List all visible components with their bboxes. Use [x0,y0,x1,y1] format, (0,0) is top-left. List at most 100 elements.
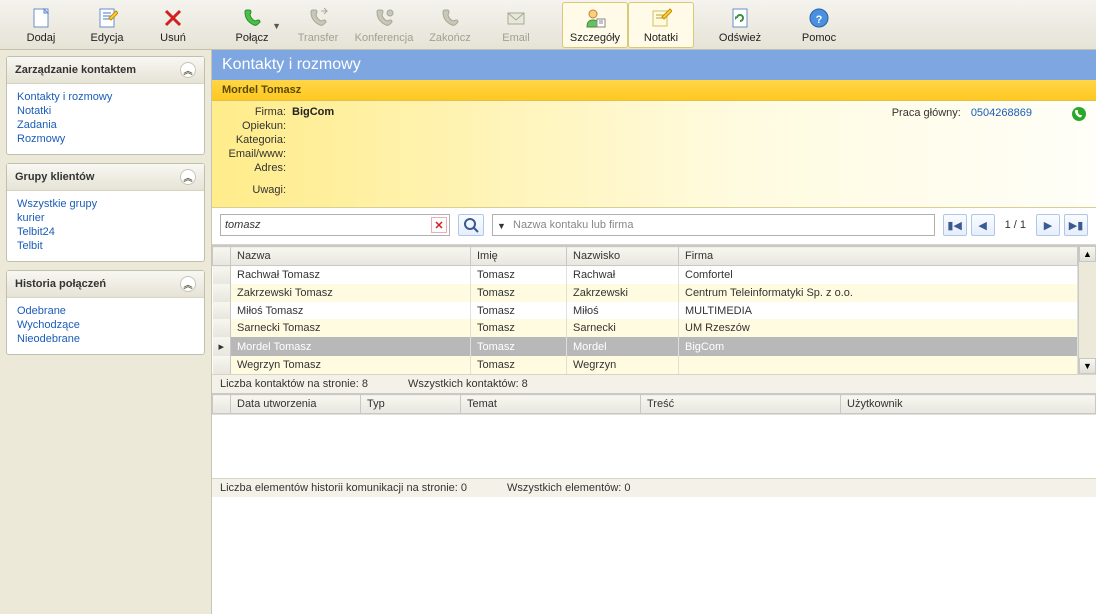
sidebar-link[interactable]: Wszystkie grupy [17,197,194,211]
content-area: Kontakty i rozmowy Mordel Tomasz Firma:B… [212,50,1096,614]
details-button[interactable]: Szczegóły [562,2,628,48]
status-history-page: Liczba elementów historii komunikacji na… [220,482,467,494]
connect-label: Połącz [235,32,268,44]
notes-label: Notatki [644,32,678,44]
conference-button: Konferencja [351,2,417,48]
sidebar-link[interactable]: kurier [17,211,194,225]
collapse-icon[interactable]: ︽ [180,169,196,185]
transfer-label: Transfer [298,32,339,44]
history-grid: Data utworzenia Typ Temat Treść Użytkown… [212,393,1096,478]
col-type[interactable]: Typ [361,395,461,414]
collapse-icon[interactable]: ︽ [180,62,196,78]
add-button[interactable]: Dodaj [8,2,74,48]
search-button[interactable] [458,214,484,236]
panel-groups: Grupy klientów ︽ Wszystkie grupykurierTe… [6,163,205,262]
search-toolbar: ✕ ▼ Nazwa kontaku lub firma ▮◀ ◀ 1 / 1 ▶… [212,208,1096,245]
clear-search-icon[interactable]: ✕ [431,217,447,233]
grid-status: Liczba kontaktów na stronie: 8 Wszystkic… [212,374,1096,393]
label-uwagi: Uwagi: [222,184,292,196]
scroll-up-icon[interactable]: ▲ [1079,246,1096,262]
phone-status-icon[interactable] [1072,107,1086,121]
panel-title: Historia połączeń [15,278,106,290]
refresh-button[interactable]: Odśwież [707,2,773,48]
sidebar-link[interactable]: Odebrane [17,304,194,318]
edit-label: Edycja [90,32,123,44]
page-info: 1 / 1 [999,219,1032,231]
sidebar-link[interactable]: Notatki [17,104,194,118]
sidebar: Zarządzanie kontaktem ︽ Kontakty i rozmo… [0,50,212,614]
dropdown-caret-icon: ▼ [497,221,506,231]
end-button: Zakończ [417,2,483,48]
dropdown-caret-icon[interactable]: ▼ [272,21,281,31]
label-kategoria: Kategoria: [222,134,292,146]
sidebar-link[interactable]: Telbit24 [17,225,194,239]
col-company[interactable]: Firma [679,247,1078,266]
refresh-icon [728,6,752,30]
table-row[interactable]: Zakrzewski TomaszTomaszZakrzewskiCentrum… [213,284,1078,302]
sidebar-link[interactable]: Telbit [17,239,194,253]
scroll-down-icon[interactable]: ▼ [1079,358,1096,374]
filter-input[interactable]: ▼ Nazwa kontaku lub firma [492,214,935,236]
col-lastname[interactable]: Nazwisko [567,247,679,266]
transfer-button: Transfer [285,2,351,48]
col-name[interactable]: Nazwa [231,247,471,266]
search-input[interactable] [220,214,450,236]
phone-number-link[interactable]: 0504268869 [971,107,1032,119]
sidebar-link[interactable]: Wychodzące [17,318,194,332]
filter-placeholder: Nazwa kontaku lub firma [513,219,633,231]
label-opiekun: Opiekun: [222,120,292,132]
email-label: Email [502,32,530,44]
table-row[interactable]: ▸Mordel TomaszTomaszMordelBigCom [213,337,1078,356]
delete-button[interactable]: Usuń [140,2,206,48]
page-first-button[interactable]: ▮◀ [943,214,967,236]
col-subject[interactable]: Temat [461,395,641,414]
panel-history: Historia połączeń ︽ OdebraneWychodząceNi… [6,270,205,355]
table-row[interactable]: Rachwał TomaszTomaszRachwałComfortel [213,266,1078,284]
help-label: Pomoc [802,32,836,44]
new-file-icon [29,6,53,30]
panel-contact-mgmt: Zarządzanie kontaktem ︽ Kontakty i rozmo… [6,56,205,155]
status-total-count: Wszystkich kontaktów: 8 [408,378,528,390]
collapse-icon[interactable]: ︽ [180,276,196,292]
panel-title: Zarządzanie kontaktem [15,64,136,76]
main-toolbar: Dodaj Edycja Usuń Połącz ▼ Tr [0,0,1096,50]
page-last-button[interactable]: ▶▮ [1064,214,1088,236]
notes-button[interactable]: Notatki [628,2,694,48]
call-label: Praca główny: [892,107,961,119]
phone-green-icon [240,6,264,30]
help-button[interactable]: ? Pomoc [786,2,852,48]
refresh-label: Odśwież [719,32,761,44]
page-prev-button[interactable]: ◀ [971,214,995,236]
history-status: Liczba elementów historii komunikacji na… [212,478,1096,497]
status-page-count: Liczba kontaktów na stronie: 8 [220,378,368,390]
page-title: Kontakty i rozmowy [212,50,1096,80]
svg-text:?: ? [816,14,823,26]
col-firstname[interactable]: Imię [471,247,567,266]
edit-file-icon [95,6,119,30]
pager: ▮◀ ◀ 1 / 1 ▶ ▶▮ [943,214,1088,236]
page-next-button[interactable]: ▶ [1036,214,1060,236]
details-label: Szczegóły [570,32,620,44]
sidebar-link[interactable]: Kontakty i rozmowy [17,90,194,104]
edit-button[interactable]: Edycja [74,2,140,48]
transfer-icon [306,6,330,30]
grid-scrollbar[interactable]: ▲ ▼ [1078,246,1096,374]
label-adres: Adres: [222,162,292,174]
col-date[interactable]: Data utworzenia [231,395,361,414]
col-user[interactable]: Użytkownik [841,395,1096,414]
add-label: Dodaj [27,32,56,44]
user-details-icon [583,6,607,30]
connect-button[interactable]: Połącz ▼ [219,2,285,48]
label-email: Email/www: [222,148,292,160]
contacts-grid: Nazwa Imię Nazwisko Firma Rachwał Tomasz… [212,245,1096,374]
table-row[interactable]: Sarnecki TomaszTomaszSarneckiUM Rzeszów [213,319,1078,337]
contact-card: Mordel Tomasz Firma:BigCom Opiekun: Kate… [212,80,1096,208]
sidebar-link[interactable]: Nieodebrane [17,332,194,346]
sidebar-link[interactable]: Rozmowy [17,132,194,146]
table-row[interactable]: Miłoś TomaszTomaszMiłośMULTIMEDIA [213,302,1078,320]
delete-label: Usuń [160,32,186,44]
sidebar-link[interactable]: Zadania [17,118,194,132]
table-row[interactable]: Wegrzyn TomaszTomaszWegrzyn [213,356,1078,374]
col-content[interactable]: Treść [641,395,841,414]
envelope-icon [504,6,528,30]
